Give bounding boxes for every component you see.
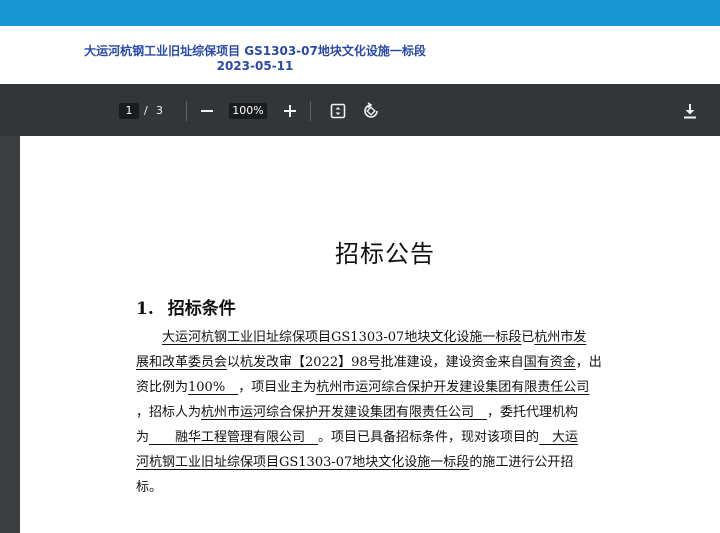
zoom-out-button[interactable] (196, 100, 218, 122)
approval-authority: 杭州市发 (534, 330, 587, 345)
toolbar-divider (310, 101, 311, 121)
text-span: ，委托代理机构 (487, 405, 579, 420)
paragraph-line: 为 融华工程管理有限公司 。项目已具备招标条件，现对该项目的 大运 (136, 425, 630, 450)
paragraph-line: 展和改革委员会以杭发改审【2022】98号批准建设，建设资金来自国有资金，出 (136, 350, 630, 375)
minus-icon (201, 110, 213, 112)
text-span: 以 (227, 355, 241, 370)
text-span: ，招标人为 (136, 405, 202, 420)
funding-ratio: 100% (188, 380, 239, 395)
funding-source: 国有资金 (523, 355, 576, 370)
pdf-page: 招标公告 1. 招标条件 大运河杭钢工业旧址综保项目GS1303-07地块文化设施… (20, 136, 720, 533)
paragraph-line: 标。 (136, 475, 630, 500)
rotate-button[interactable] (360, 100, 382, 122)
text-span: 的施工进行公开招 (469, 455, 574, 470)
document-title: 招标公告 (335, 240, 435, 268)
text-span: 资比例为 (136, 380, 189, 395)
project-owner: 杭州市运河综合保护开发建设集团有限责任公司 (316, 380, 590, 395)
sidebar-strip (0, 136, 20, 533)
download-icon (684, 104, 696, 119)
approval-authority: 展和改革委员会 (136, 355, 228, 370)
project-name: 大运 (539, 430, 579, 445)
download-button[interactable] (679, 100, 701, 122)
tenderer: 杭州市运河综合保护开发建设集团有限责任公司 (201, 405, 488, 420)
fit-page-icon (330, 103, 346, 119)
text-span: 批准建设，建设资金来自 (380, 355, 524, 370)
total-pages: 3 (156, 104, 163, 117)
approval-number: 杭发改审【2022】98号 (240, 355, 381, 370)
fit-page-button[interactable] (327, 100, 349, 122)
paragraph-line: 大运河杭钢工业旧址综保项目GS1303-07地块文化设施一标段已杭州市发 (136, 325, 630, 350)
page-number-input[interactable]: 1 (119, 103, 139, 119)
paragraph-line: ，招标人为杭州市运河综合保护开发建设集团有限责任公司 ，委托代理机构 (136, 400, 630, 425)
rotate-icon (364, 102, 378, 118)
project-name: 大运河杭钢工业旧址综保项目GS1303-07地块文化设施一标段 (162, 330, 522, 345)
text-span: ，出 (575, 355, 602, 370)
header-date: 2023-05-11 (216, 59, 294, 73)
page-header: 大运河杭钢工业旧址综保项目 GS1303-07地块文化设施一标段 2023-05… (0, 26, 720, 84)
zoom-in-button[interactable] (279, 100, 301, 122)
text-span: 标。 (136, 480, 163, 495)
section-heading: 1. 招标条件 (136, 294, 236, 319)
plus-icon (284, 105, 296, 117)
paragraph-line: 资比例为100% ，项目业主为杭州市运河综合保护开发建设集团有限责任公司 (136, 375, 630, 400)
text-span: 已 (521, 330, 535, 345)
header-title: 大运河杭钢工业旧址综保项目 GS1303-07地块文化设施一标段 (84, 44, 426, 58)
text-span: 为 (136, 430, 150, 445)
zoom-input[interactable]: 100% (229, 103, 267, 119)
text-span: 。项目已具备招标条件，现对该项目的 (318, 430, 540, 445)
section-title: 招标条件 (167, 299, 236, 319)
pdf-viewer[interactable]: 招标公告 1. 招标条件 大运河杭钢工业旧址综保项目GS1303-07地块文化设施… (0, 136, 720, 533)
section-number: 1. (136, 299, 154, 319)
pdf-toolbar: 1 / 3 100% (0, 84, 720, 136)
tender-conditions-paragraph: 大运河杭钢工业旧址综保项目GS1303-07地块文化设施一标段已杭州市发 展和改… (136, 325, 630, 500)
top-color-band (0, 0, 720, 26)
paragraph-line: 河杭钢工业旧址综保项目GS1303-07地块文化设施一标段的施工进行公开招 (136, 450, 630, 475)
agency-name: 融华工程管理有限公司 (149, 430, 319, 445)
text-span: ，项目业主为 (238, 380, 317, 395)
project-name: 河杭钢工业旧址综保项目GS1303-07地块文化设施一标段 (136, 455, 470, 470)
toolbar-divider (186, 101, 187, 121)
page-separator: / (144, 104, 148, 117)
